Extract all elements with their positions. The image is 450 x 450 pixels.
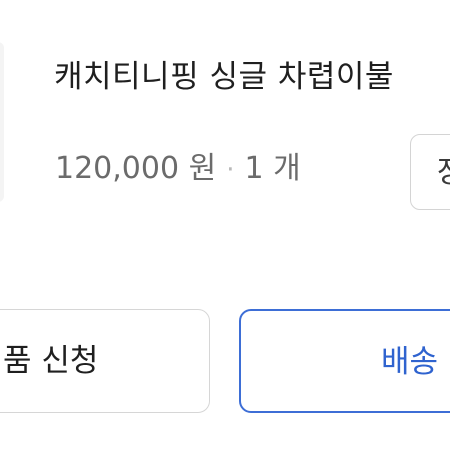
order-item-card: 캐치티니핑 싱글 차렵이불 120,000 원 · 1 개 장 품 신청 배송 (0, 0, 450, 450)
price-quantity-line: 120,000 원 · 1 개 (55, 145, 301, 194)
product-thumbnail[interactable] (0, 42, 4, 202)
product-request-button[interactable]: 품 신청 (0, 309, 210, 413)
price-text: 120,000 원 (55, 151, 217, 186)
side-action-label: 장 (437, 151, 450, 195)
quantity-text: 1 개 (244, 151, 301, 186)
product-name: 캐치티니핑 싱글 차렵이불 (54, 59, 394, 95)
product-request-label: 품 신청 (3, 343, 99, 379)
separator-dot: · (226, 155, 235, 185)
delivery-button[interactable]: 배송 (239, 309, 450, 413)
delivery-label: 배송 (381, 344, 439, 380)
side-action-button[interactable]: 장 (410, 134, 450, 210)
